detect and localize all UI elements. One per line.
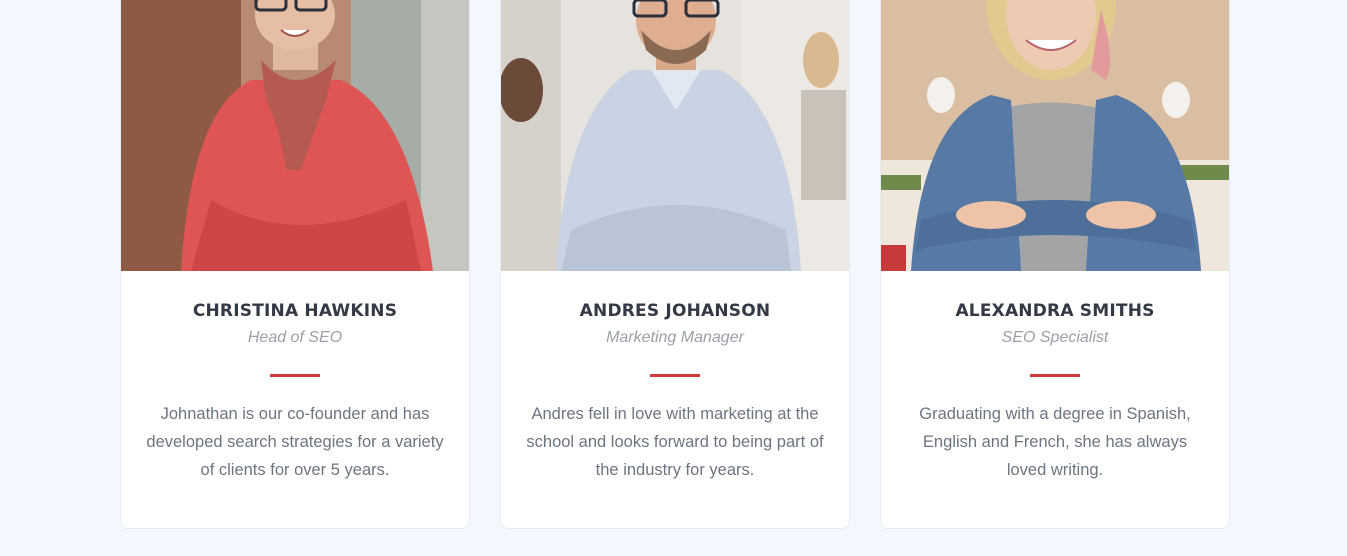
team-member-name: CHRISTINA HAWKINS [192, 301, 398, 321]
portrait-woman-denim-icon [881, 0, 1229, 271]
accent-divider [650, 374, 700, 377]
team-member-role: SEO Specialist [1001, 329, 1109, 346]
team-card: CHRISTINA HAWKINS Head of SEO Johnathan … [120, 0, 470, 529]
team-member-name: ALEXANDRA SMITHS [955, 301, 1155, 321]
portrait-man-shirt-icon [501, 0, 849, 271]
portrait-woman-red-sweater-icon [121, 0, 469, 271]
team-member-photo [881, 0, 1229, 271]
team-grid: CHRISTINA HAWKINS Head of SEO Johnathan … [120, 0, 1230, 530]
team-member-photo [501, 0, 849, 271]
accent-divider [270, 374, 320, 377]
team-member-role: Head of SEO [247, 329, 343, 346]
team-card: ANDRES JOHANSON Marketing Manager Andres… [500, 0, 850, 529]
team-member-bio: Andres fell in love with marketing at th… [526, 405, 824, 479]
team-member-bio: Graduating with a degree in Spanish, Eng… [919, 405, 1191, 479]
team-member-photo [121, 0, 469, 271]
team-member-role: Marketing Manager [606, 329, 744, 346]
accent-divider [1030, 374, 1080, 377]
team-member-name: ANDRES JOHANSON [579, 301, 771, 321]
team-card: ALEXANDRA SMITHS SEO Specialist Graduati… [880, 0, 1230, 529]
team-member-bio: Johnathan is our co-founder and has deve… [146, 405, 444, 479]
